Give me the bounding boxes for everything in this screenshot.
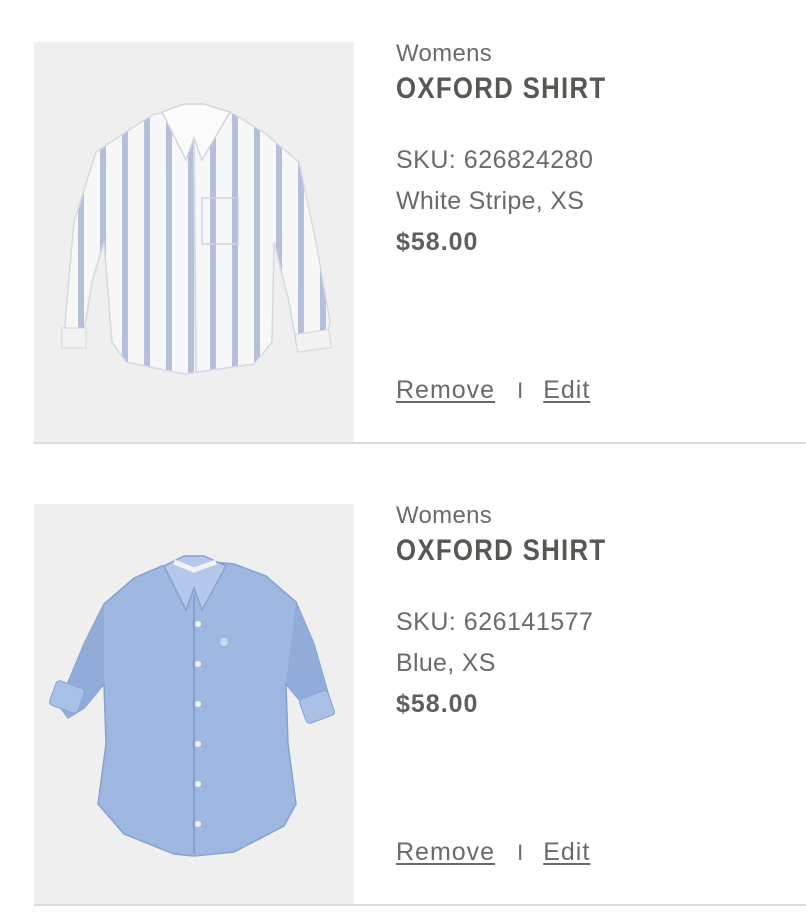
item-actions: Remove I Edit bbox=[396, 376, 590, 405]
product-category: Womens bbox=[396, 40, 493, 67]
product-name[interactable]: OXFORD SHIRT bbox=[396, 534, 606, 568]
item-divider bbox=[34, 904, 806, 906]
action-separator: I bbox=[517, 378, 524, 403]
product-price: $58.00 bbox=[396, 228, 479, 256]
edit-link[interactable]: Edit bbox=[543, 376, 590, 404]
remove-link[interactable]: Remove bbox=[396, 838, 495, 866]
item-actions: Remove I Edit bbox=[396, 838, 590, 867]
cart-item: Womens OXFORD SHIRT SKU: 626141577 Blue,… bbox=[34, 502, 806, 906]
product-info: Womens OXFORD SHIRT SKU: 626824280 White… bbox=[396, 40, 796, 442]
product-info: Womens OXFORD SHIRT SKU: 626141577 Blue,… bbox=[396, 502, 796, 904]
remove-link[interactable]: Remove bbox=[396, 376, 495, 404]
product-sku: SKU: 626141577 bbox=[396, 608, 594, 636]
product-variant: White Stripe, XS bbox=[396, 187, 585, 215]
product-image-blue-oxford-shirt[interactable] bbox=[34, 504, 354, 904]
product-variant: Blue, XS bbox=[396, 649, 496, 677]
shirt-icon bbox=[61, 103, 332, 375]
shirt-icon bbox=[49, 555, 335, 857]
product-name[interactable]: OXFORD SHIRT bbox=[396, 72, 606, 106]
edit-link[interactable]: Edit bbox=[543, 838, 590, 866]
product-category: Womens bbox=[396, 502, 493, 529]
cart-item: Womens OXFORD SHIRT SKU: 626824280 White… bbox=[34, 40, 806, 444]
item-divider bbox=[34, 442, 806, 444]
action-separator: I bbox=[517, 840, 524, 865]
product-price: $58.00 bbox=[396, 690, 479, 718]
product-sku: SKU: 626824280 bbox=[396, 146, 594, 174]
product-image-white-stripe-shirt[interactable] bbox=[34, 42, 354, 442]
